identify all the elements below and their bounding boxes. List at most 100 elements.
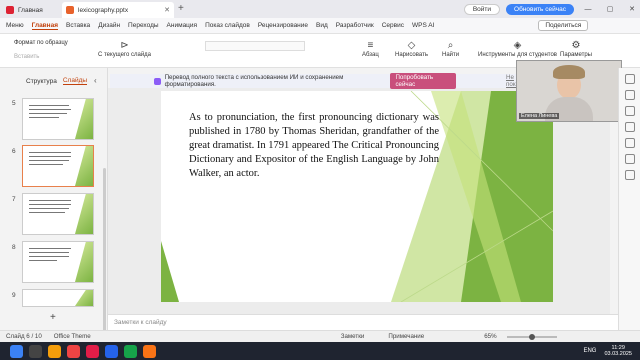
close-window-icon[interactable]: ✕ (624, 5, 640, 13)
rail-tool-icon[interactable] (624, 138, 635, 148)
slide-thumbnail-7[interactable] (22, 193, 94, 235)
parameters-button[interactable]: ⚙ Параметры (560, 40, 592, 58)
draw-label: Нарисовать (395, 52, 428, 58)
rail-tool-icon[interactable] (624, 122, 635, 132)
language-indicator[interactable]: ENG (583, 348, 596, 354)
menu-insert[interactable]: Вставка (66, 22, 90, 29)
slide-body-text[interactable]: As to pronunciation, the first pronounci… (189, 111, 439, 181)
ai-translation-notice: Перевод полного текста с использованием … (110, 73, 530, 89)
rail-tool-icon[interactable] (624, 90, 635, 100)
menu-transitions[interactable]: Переходы (128, 22, 159, 29)
wps-logo-icon (6, 6, 14, 14)
zoom-slider[interactable] (506, 333, 557, 340)
share-button[interactable]: Поделиться (538, 20, 589, 31)
menu-view[interactable]: Вид (316, 22, 328, 29)
close-tab-icon[interactable]: ✕ (164, 6, 170, 14)
menu-developer[interactable]: Разработчик (336, 22, 374, 29)
search-icon: ⌕ (447, 40, 454, 51)
search-icon[interactable] (29, 344, 42, 358)
explorer-icon[interactable] (48, 344, 61, 358)
collapse-panel-icon[interactable]: ‹ (94, 76, 97, 85)
draw-button[interactable]: ◇ Нарисовать (395, 40, 428, 58)
slide-notes-field[interactable]: Заметки к слайду (108, 314, 618, 330)
slide-6[interactable]: As to pronunciation, the first pronounci… (161, 91, 553, 302)
notice-text: Перевод полного текста с использованием … (164, 74, 344, 88)
from-current-label: С текущего слайда (98, 52, 152, 58)
from-current-slide-button[interactable]: ⊳ С текущего слайда (98, 40, 151, 58)
paragraph-icon: ≡ (367, 40, 374, 51)
wps-icon[interactable] (86, 344, 99, 358)
zoom-app-icon[interactable] (105, 344, 118, 358)
menu-home[interactable]: Главная (31, 22, 59, 30)
slide-thumbnail-6[interactable] (22, 145, 94, 187)
tab-home[interactable]: Главная (2, 2, 60, 18)
shapes-icon: ◇ (407, 40, 416, 51)
menu-design[interactable]: Дизайн (98, 22, 120, 29)
menu-review[interactable]: Рецензирование (258, 22, 308, 29)
slide-thumbnail-5[interactable] (22, 98, 94, 140)
slide-number: 7 (12, 196, 16, 203)
notes-placeholder: Заметки к слайду (114, 319, 167, 326)
play-icon: ⊳ (120, 40, 129, 51)
tab-home-label: Главная (18, 6, 43, 14)
status-bar: Слайд 6 / 10 Office Theme Заметки Примеч… (0, 330, 640, 342)
menu-wps-ai[interactable]: WPS AI (412, 22, 434, 29)
find-button[interactable]: ⌕ Найти (442, 40, 459, 58)
ai-icon (154, 77, 161, 85)
rail-tool-icon[interactable] (624, 106, 635, 116)
thumbnails-scrollbar[interactable] (103, 168, 106, 343)
student-tools-label: Инструменты для студентов (478, 52, 557, 58)
try-now-button[interactable]: Попробовать сейчас (390, 73, 457, 89)
clock[interactable]: 11:29 03.03.2025 (604, 345, 632, 358)
presentation-icon (66, 6, 74, 14)
person-hair (553, 65, 585, 79)
tab-file[interactable]: lexicography.pptx ✕ (62, 2, 174, 18)
slides-panel: Структура Слайды ‹ 5 6 7 8 9 + (0, 68, 108, 343)
start-icon[interactable] (10, 344, 23, 358)
tab-outline[interactable]: Структура (26, 78, 57, 85)
minimize-icon[interactable]: — (580, 6, 596, 13)
slide-counter: Слайд 6 / 10 (6, 333, 42, 340)
rail-tool-icon[interactable] (624, 154, 635, 164)
title-bar: Главная lexicography.pptx ✕ + Войти Обно… (0, 0, 640, 18)
add-slide-icon[interactable]: + (50, 312, 56, 323)
comments-toggle-button[interactable]: Примечание (388, 333, 424, 340)
menu-animation[interactable]: Анимация (167, 22, 198, 29)
menu-bar: Меню Главная Вставка Дизайн Переходы Ани… (0, 18, 640, 34)
slide-number: 8 (12, 244, 16, 251)
slide-thumbnail-8[interactable] (22, 241, 94, 283)
notes-toggle-button[interactable]: Заметки (341, 333, 365, 340)
clock-date: 03.03.2025 (604, 351, 632, 357)
menu-tools[interactable]: Сервис (382, 22, 404, 29)
maximize-icon[interactable]: ▢ (602, 5, 618, 13)
rail-tool-icon[interactable] (624, 170, 635, 180)
zoom-slider-handle[interactable] (528, 333, 535, 340)
parameters-label: Параметры (560, 52, 592, 58)
new-tab-icon[interactable]: + (178, 3, 184, 14)
menu-main[interactable]: Меню (6, 22, 24, 29)
find-label: Найти (442, 52, 460, 58)
slide-thumbnail-9[interactable] (22, 289, 94, 307)
format-painter-button[interactable]: Формат по образцу (14, 40, 68, 46)
video-call-overlay[interactable]: Елена Линева (516, 60, 622, 122)
slide-number: 6 (12, 148, 16, 155)
tab-slides[interactable]: Слайды (62, 77, 88, 85)
slide-number: 9 (12, 292, 16, 299)
menu-slideshow[interactable]: Показ слайдов (205, 22, 250, 29)
zoom-level[interactable]: 65% (484, 333, 496, 340)
settings-icon: ⚙ (571, 40, 581, 51)
slide-number: 5 (12, 100, 16, 107)
paste-button[interactable]: Вставить (14, 54, 39, 60)
login-button[interactable]: Войти (463, 3, 501, 15)
app-icon[interactable] (124, 344, 137, 358)
right-tool-rail (618, 68, 640, 330)
update-button[interactable]: Обновить сейчас (506, 3, 574, 15)
tab-file-label: lexicography.pptx (78, 6, 129, 14)
paragraph-label: Абзац (362, 52, 379, 58)
yandex-icon[interactable] (67, 344, 80, 358)
paragraph-button[interactable]: ≡ Абзац (362, 40, 379, 58)
student-tools-button[interactable]: ◈ Инструменты для студентов (478, 40, 557, 58)
rail-tool-icon[interactable] (624, 74, 635, 84)
app-icon[interactable] (143, 344, 156, 358)
font-name-select[interactable] (205, 41, 305, 51)
